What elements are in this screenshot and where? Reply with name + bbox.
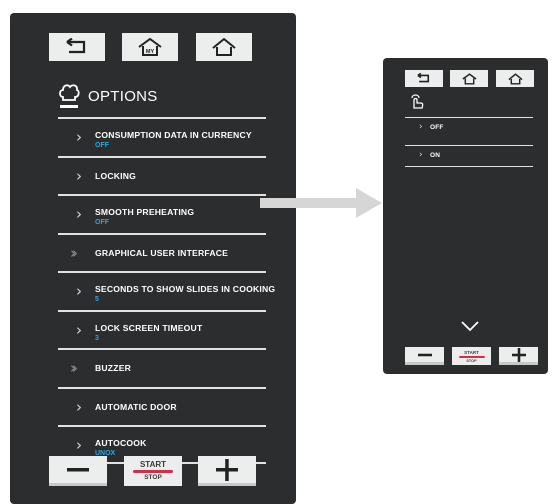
start-stop-divider [458, 355, 485, 358]
option-label: AUTOMATIC DOOR [95, 401, 177, 412]
option-value: OFF [95, 219, 109, 226]
options-title: OPTIONS [88, 87, 158, 105]
start-label: START [139, 460, 167, 469]
start-stop-divider [133, 470, 173, 473]
back-button[interactable] [405, 70, 443, 87]
my-home-button[interactable] [450, 70, 488, 87]
minus-icon [417, 353, 432, 356]
options-header: OPTIONS [58, 76, 266, 116]
option-lock-screen-timeout[interactable]: › LOCK SCREEN TIMEOUT 3 [58, 309, 266, 349]
option-consumption-data[interactable]: › CONSUMPTION DATA IN CURRENCY OFF [58, 117, 266, 156]
start-stop-button[interactable]: START STOP [452, 347, 491, 365]
chef-hat-icon [59, 84, 80, 108]
option-locking[interactable]: › LOCKING [58, 155, 266, 195]
option-label: OFF [430, 124, 444, 131]
option-graphical-user-interface[interactable]: ›› GRAPHICAL USER INTERFACE [58, 232, 266, 272]
option-label: SECONDS TO SHOW SLIDES IN COOKING [95, 284, 276, 294]
chevron-right-icon: › [419, 122, 423, 132]
double-chevron-right-icon: ›› [70, 359, 78, 377]
minus-button[interactable] [49, 456, 107, 486]
chevron-right-icon: › [76, 320, 82, 339]
chevron-down-icon[interactable] [460, 320, 480, 332]
minus-button[interactable] [405, 347, 444, 365]
chevron-right-icon: › [76, 436, 82, 454]
option-automatic-door[interactable]: › AUTOMATIC DOOR [58, 386, 266, 426]
plus-icon [511, 347, 526, 362]
back-arrow-icon [417, 73, 430, 83]
chevron-right-icon: › [76, 397, 82, 416]
option-label: LOCKING [95, 170, 137, 181]
touch-finger-icon [411, 94, 424, 109]
chevron-right-icon: › [76, 128, 82, 146]
option-off[interactable]: › OFF [405, 117, 533, 139]
chevron-right-icon: › [76, 166, 82, 185]
back-arrow-icon [66, 38, 86, 54]
home-button[interactable] [496, 70, 534, 87]
option-value: 5 [95, 296, 99, 303]
start-label: START [464, 349, 479, 355]
plus-icon [216, 458, 238, 481]
option-label: LOCK SCREEN TIMEOUT [95, 322, 203, 333]
minus-icon [67, 467, 89, 471]
option-label: GRAPHICAL USER INTERFACE [95, 247, 229, 258]
option-on[interactable]: › ON [405, 145, 533, 167]
option-label: SMOOTH PREHEATING [95, 207, 195, 217]
chevron-right-icon: › [76, 282, 82, 300]
option-buzzer[interactable]: ›› BUZZER [58, 348, 266, 387]
double-chevron-right-icon: ›› [70, 243, 78, 262]
option-label: CONSUMPTION DATA IN CURRENCY [95, 130, 252, 140]
plus-button[interactable] [499, 347, 538, 365]
option-value: OFF [95, 142, 109, 149]
option-label: ON [430, 152, 441, 159]
chevron-right-icon: › [419, 150, 423, 160]
option-smooth-preheating[interactable]: › SMOOTH PREHEATING OFF [58, 194, 266, 233]
options-list: › CONSUMPTION DATA IN CURRENCY OFF › LOC… [58, 117, 275, 464]
option-seconds-slides[interactable]: › SECONDS TO SHOW SLIDES IN COOKING 5 [58, 271, 275, 310]
right-arrow-icon [260, 188, 382, 218]
svg-text:MY: MY [146, 49, 155, 55]
stop-label: STOP [466, 358, 477, 363]
chevron-right-icon: › [76, 205, 82, 223]
options-screen: MY OPTIONS › CONSUMPTION DATA IN CURRENC… [10, 13, 296, 504]
home-button[interactable] [196, 33, 252, 61]
option-label: AUTOCOOK [95, 438, 147, 448]
stop-label: STOP [144, 474, 162, 481]
my-home-button[interactable]: MY [122, 33, 178, 61]
start-stop-button[interactable]: START STOP [124, 456, 182, 486]
option-value: 3 [95, 334, 99, 342]
home-icon [507, 72, 523, 85]
my-home-icon: MY [138, 37, 162, 56]
option-label: BUZZER [95, 363, 132, 373]
home-icon [212, 37, 236, 56]
option-detail-screen: › OFF › ON START STOP [383, 58, 548, 374]
back-button[interactable] [49, 33, 105, 61]
my-home-icon [461, 72, 477, 85]
plus-button[interactable] [198, 456, 256, 486]
